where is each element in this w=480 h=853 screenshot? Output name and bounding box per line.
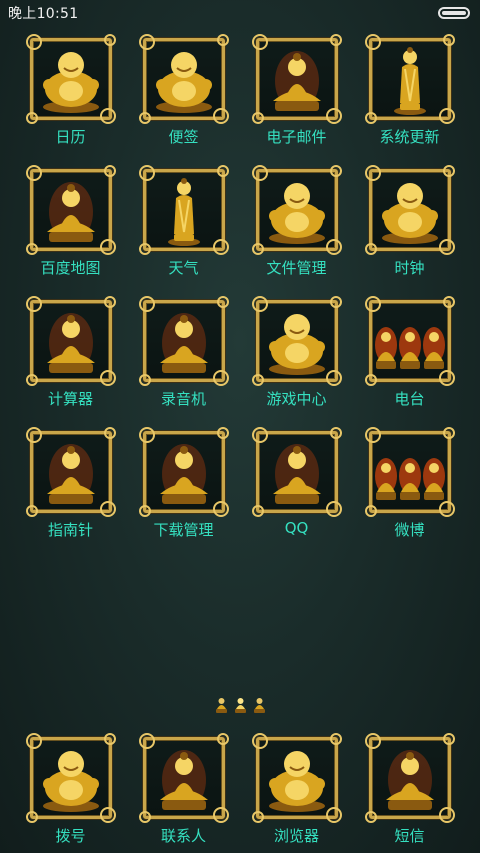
app-label: 录音机 [160, 390, 206, 408]
app-label: 下载管理 [153, 521, 214, 539]
standing-buddha-icon [364, 34, 455, 124]
seated-buddha-icon [25, 427, 116, 517]
laughing-buddha-icon [25, 34, 116, 124]
app-指南针[interactable]: 指南针 [14, 427, 127, 562]
laughing-buddha-icon [251, 733, 342, 823]
laughing-buddha-icon [138, 34, 229, 124]
app-游戏中心[interactable]: 游戏中心 [240, 296, 353, 431]
app-百度地图[interactable]: 百度地图 [14, 165, 127, 300]
status-time: 晚上10:51 [8, 6, 79, 22]
app-天气[interactable]: 天气 [127, 165, 240, 300]
app-grid: 日历 便签 电子邮件 系统更新 百度地图 天气 文件管理 时钟 计算器 录音机 … [14, 34, 466, 562]
three-buddhas-icon [364, 296, 455, 386]
seated-buddha-icon [138, 427, 229, 517]
app-电台[interactable]: 电台 [353, 296, 466, 431]
app-拨号[interactable]: 拨号 [14, 733, 127, 846]
standing-buddha-icon [138, 165, 229, 255]
app-label: 日历 [55, 128, 86, 146]
app-label: 指南针 [47, 521, 93, 539]
app-浏览器[interactable]: 浏览器 [240, 733, 353, 846]
app-系统更新[interactable]: 系统更新 [353, 34, 466, 169]
app-便签[interactable]: 便签 [127, 34, 240, 169]
app-label: 联系人 [160, 827, 206, 845]
app-时钟[interactable]: 时钟 [353, 165, 466, 300]
battery-icon [438, 7, 470, 19]
laughing-buddha-icon [251, 296, 342, 386]
app-label: 游戏中心 [266, 390, 327, 408]
app-label: 电台 [394, 390, 425, 408]
seated-buddha-icon [364, 733, 455, 823]
page-indicator[interactable] [0, 696, 480, 718]
app-label: 短信 [394, 827, 425, 845]
app-电子邮件[interactable]: 电子邮件 [240, 34, 353, 169]
seated-buddha-icon [25, 165, 116, 255]
page-dot-icon[interactable] [215, 696, 228, 714]
app-label: 计算器 [47, 390, 93, 408]
app-文件管理[interactable]: 文件管理 [240, 165, 353, 300]
status-bar: 晚上10:51 [0, 0, 480, 26]
laughing-buddha-icon [364, 165, 455, 255]
app-label: QQ [284, 519, 309, 537]
app-微博[interactable]: 微博 [353, 427, 466, 562]
seated-buddha-icon [251, 427, 342, 517]
app-label: 天气 [168, 259, 199, 277]
seated-buddha-icon [25, 296, 116, 386]
app-label: 拨号 [55, 827, 86, 845]
app-label: 电子邮件 [266, 128, 327, 146]
laughing-buddha-icon [251, 165, 342, 255]
app-label: 时钟 [394, 259, 425, 277]
laughing-buddha-icon [25, 733, 116, 823]
app-label: 系统更新 [379, 128, 440, 146]
app-label: 浏览器 [273, 827, 319, 845]
seated-buddha-icon [251, 34, 342, 124]
app-联系人[interactable]: 联系人 [127, 733, 240, 846]
dock: 拨号 联系人 浏览器 短信 [14, 733, 466, 846]
app-label: 百度地图 [40, 259, 101, 277]
seated-buddha-icon [138, 296, 229, 386]
app-label: 微博 [394, 521, 425, 539]
seated-buddha-icon [138, 733, 229, 823]
app-下载管理[interactable]: 下载管理 [127, 427, 240, 562]
page-dot-icon[interactable] [234, 696, 247, 714]
app-label: 文件管理 [266, 259, 327, 277]
app-日历[interactable]: 日历 [14, 34, 127, 169]
app-计算器[interactable]: 计算器 [14, 296, 127, 431]
app-label: 便签 [168, 128, 199, 146]
app-录音机[interactable]: 录音机 [127, 296, 240, 431]
app-QQ[interactable]: QQ [240, 427, 353, 562]
app-短信[interactable]: 短信 [353, 733, 466, 846]
three-buddhas-icon [364, 427, 455, 517]
page-dot-icon[interactable] [253, 696, 266, 714]
